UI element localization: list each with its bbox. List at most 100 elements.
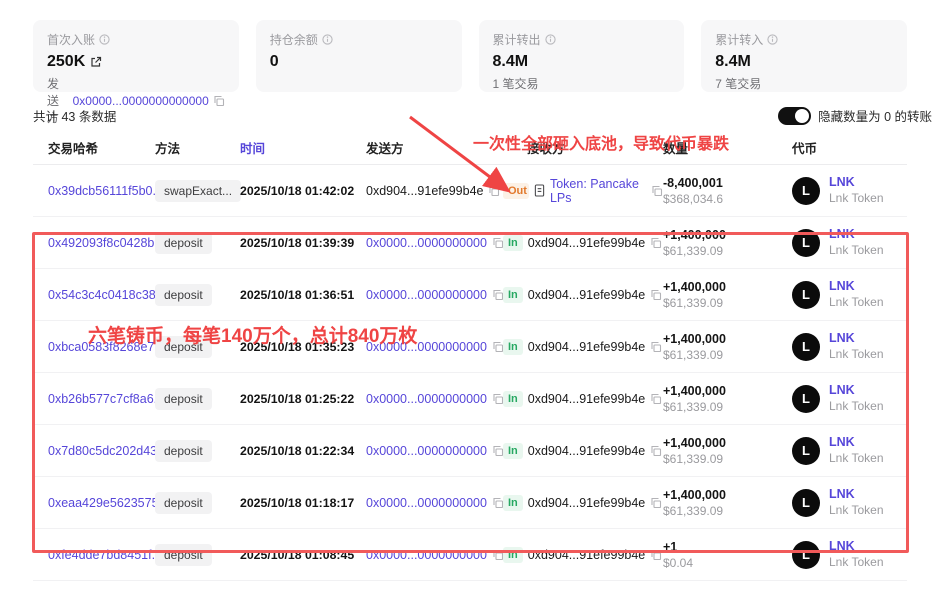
header-token[interactable]: 代币	[780, 138, 907, 157]
tx-hash-link[interactable]: 0x39dcb56111f5b0...	[48, 184, 163, 198]
sender-address[interactable]: 0x0000...0000000000	[366, 392, 487, 406]
transactions-table: 交易哈希 方法 时间 发送方 接收方 数量 代币 0x39dcb56111f5b…	[33, 131, 907, 581]
copy-icon[interactable]	[650, 549, 662, 561]
header-tx-hash[interactable]: 交易哈希	[48, 138, 155, 157]
contract-icon	[534, 184, 545, 197]
amount-usd: $61,339.09	[663, 348, 780, 362]
stat-label: 持仓余额	[270, 31, 318, 48]
amount-usd: $61,339.09	[663, 452, 780, 466]
receiver-address[interactable]: 0xd904...91efe99b4e	[528, 288, 645, 302]
sender-address[interactable]: 0x0000...0000000000	[366, 236, 487, 250]
receiver-address[interactable]: 0xd904...91efe99b4e	[528, 236, 645, 250]
header-sender[interactable]: 发送方	[366, 138, 503, 157]
tx-time: 2025/10/18 01:39:39	[240, 236, 354, 250]
direction-badge: In	[503, 287, 523, 303]
tx-hash-link[interactable]: 0x54c3c4c0418c38...	[48, 288, 166, 302]
token-symbol[interactable]: LNK	[829, 539, 884, 555]
copy-icon[interactable]	[488, 185, 500, 197]
sender-address[interactable]: 0x0000...0000000000	[366, 548, 487, 562]
token-logo: L	[792, 281, 820, 309]
copy-icon[interactable]	[650, 393, 662, 405]
token-logo: L	[792, 177, 820, 205]
stat-label: 首次入账	[47, 31, 95, 48]
table-row: 0xb26b577c7cf8a6... deposit 2025/10/18 0…	[33, 373, 907, 425]
tx-hash-link[interactable]: 0x492093f8c0428b...	[48, 236, 165, 250]
token-name: Lnk Token	[829, 451, 884, 466]
token-logo: L	[792, 385, 820, 413]
tx-hash-link[interactable]: 0xbca0583f8268e7...	[48, 340, 165, 354]
token-symbol[interactable]: LNK	[829, 331, 884, 347]
tx-hash-link[interactable]: 0xfe4dde7bd8451f...	[48, 548, 162, 562]
direction-badge: In	[503, 547, 523, 563]
direction-badge: In	[503, 495, 523, 511]
method-chip: deposit	[155, 284, 212, 306]
receiver-address[interactable]: 0xd904...91efe99b4e	[528, 340, 645, 354]
info-icon[interactable]	[545, 34, 556, 45]
sender-address[interactable]: 0x0000...0000000000	[366, 288, 487, 302]
external-link-icon[interactable]	[90, 56, 102, 68]
token-name: Lnk Token	[829, 503, 884, 518]
copy-icon[interactable]	[650, 497, 662, 509]
table-row: 0xbca0583f8268e7... deposit 2025/10/18 0…	[33, 321, 907, 373]
sender-address[interactable]: 0x0000...0000000000	[366, 496, 487, 510]
token-logo: L	[792, 333, 820, 361]
info-icon[interactable]	[99, 34, 110, 45]
amount-value: +1,400,000	[663, 384, 780, 398]
table-row: 0x54c3c4c0418c38... deposit 2025/10/18 0…	[33, 269, 907, 321]
info-icon[interactable]	[322, 34, 333, 45]
token-symbol[interactable]: LNK	[829, 227, 884, 243]
table-row: 0x492093f8c0428b... deposit 2025/10/18 0…	[33, 217, 907, 269]
tx-time: 2025/10/18 01:18:17	[240, 496, 354, 510]
tx-hash-link[interactable]: 0x7d80c5dc202d43...	[48, 444, 168, 458]
token-symbol[interactable]: LNK	[829, 383, 884, 399]
tx-time: 2025/10/18 01:36:51	[240, 288, 354, 302]
token-name: Lnk Token	[829, 555, 884, 570]
header-time[interactable]: 时间	[240, 138, 366, 157]
copy-icon[interactable]	[213, 95, 225, 107]
receiver-address[interactable]: 0xd904...91efe99b4e	[528, 392, 645, 406]
sender-address[interactable]: 0xd904...91efe99b4e	[366, 184, 483, 198]
tx-time: 2025/10/18 01:35:23	[240, 340, 354, 354]
receiver-address[interactable]: Token: Pancake LPs	[550, 177, 646, 205]
amount-value: +1,400,000	[663, 332, 780, 346]
tx-time: 2025/10/18 01:22:34	[240, 444, 354, 458]
sender-address[interactable]: 0x0000...0000000000	[366, 340, 487, 354]
token-symbol[interactable]: LNK	[829, 279, 884, 295]
amount-usd: $61,339.09	[663, 296, 780, 310]
receiver-address[interactable]: 0xd904...91efe99b4e	[528, 548, 645, 562]
token-name: Lnk Token	[829, 191, 884, 206]
token-symbol[interactable]: LNK	[829, 435, 884, 451]
copy-icon[interactable]	[650, 445, 662, 457]
receiver-address[interactable]: 0xd904...91efe99b4e	[528, 496, 645, 510]
table-row: 0x7d80c5dc202d43... deposit 2025/10/18 0…	[33, 425, 907, 477]
header-method[interactable]: 方法	[155, 138, 240, 157]
copy-icon[interactable]	[650, 289, 662, 301]
stat-label: 累计转出	[493, 31, 541, 48]
token-symbol[interactable]: LNK	[829, 487, 884, 503]
stat-card-total-out: 累计转出 8.4M 1 笔交易	[479, 20, 685, 92]
amount-value: +1,400,000	[663, 280, 780, 294]
amount-usd: $0.04	[663, 556, 780, 570]
copy-icon[interactable]	[651, 185, 663, 197]
token-logo: L	[792, 541, 820, 569]
token-name: Lnk Token	[829, 295, 884, 310]
amount-usd: $61,339.09	[663, 400, 780, 414]
stat-value: 8.4M	[493, 53, 529, 71]
copy-icon[interactable]	[650, 341, 662, 353]
tx-hash-link[interactable]: 0xb26b577c7cf8a6...	[48, 392, 164, 406]
stat-card-total-in: 累计转入 8.4M 7 笔交易	[701, 20, 907, 92]
amount-value: +1,400,000	[663, 488, 780, 502]
method-chip: deposit	[155, 388, 212, 410]
info-icon[interactable]	[767, 34, 778, 45]
copy-icon[interactable]	[650, 237, 662, 249]
amount-usd: $61,339.09	[663, 504, 780, 518]
direction-badge: In	[503, 391, 523, 407]
receiver-address[interactable]: 0xd904...91efe99b4e	[528, 444, 645, 458]
header-amount[interactable]: 数量	[663, 138, 780, 157]
token-symbol[interactable]: LNK	[829, 175, 884, 191]
hide-zero-toggle[interactable]	[778, 107, 811, 125]
tx-hash-link[interactable]: 0xeaa429e5623575...	[48, 496, 169, 510]
stat-value: 0	[270, 53, 279, 71]
header-receiver[interactable]: 接收方	[503, 138, 663, 157]
sender-address[interactable]: 0x0000...0000000000	[366, 444, 487, 458]
